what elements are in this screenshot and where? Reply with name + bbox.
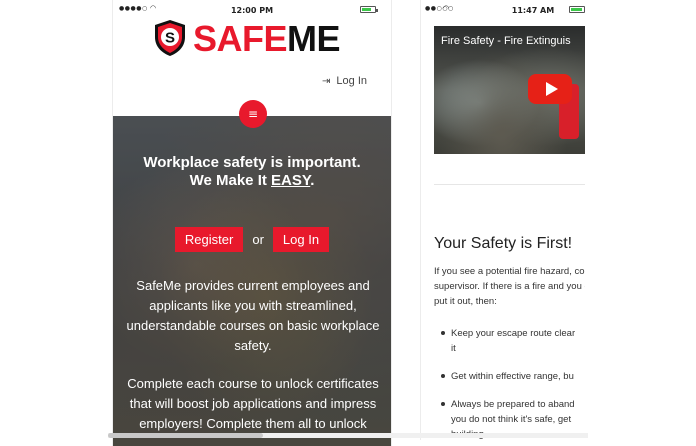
logo-safe: SAFE (193, 18, 288, 59)
bullet-line: it (451, 343, 456, 354)
logo-me: ME (287, 18, 341, 59)
heading-period: . (310, 172, 315, 189)
intro-line: supervisor. If there is a fire and you c (434, 281, 585, 292)
status-time: 11:47 AM (511, 6, 555, 15)
heading-prefix: We Make It (189, 172, 272, 189)
or-text: or (252, 232, 264, 247)
status-bar: ●●○○○ ◠ 11:47 AM (421, 0, 585, 18)
battery-icon (360, 6, 378, 13)
bullet-line: Always be prepared to aband (451, 399, 575, 410)
section-intro: If you see a potential fire hazard, con … (434, 264, 585, 309)
left-phone-screen: ●●●●○ ◠ 12:00 PM S SAFEME ⇥ Log In ≡ Wor… (112, 0, 392, 446)
menu-button[interactable]: ≡ (239, 100, 267, 128)
hamburger-icon: ≡ (247, 107, 259, 121)
para2-line: employers! Complete them all to unlock (139, 416, 367, 431)
login-icon: ⇥ (322, 75, 331, 87)
play-button[interactable] (528, 74, 572, 104)
video-title[interactable]: Fire Safety - Fire Extinguis (441, 35, 571, 47)
svg-text:S: S (165, 30, 175, 47)
safety-bullet-list: Keep your escape route clear it Get with… (441, 326, 585, 440)
video-player[interactable]: Fire Safety - Fire Extinguis (434, 26, 585, 154)
hero-paragraph-1: SafeMe provides current employees and ap… (125, 276, 381, 356)
hero-heading-line2: We Make It EASY. (113, 172, 391, 190)
hero-paragraph-2: Complete each course to unlock certifica… (125, 374, 381, 434)
login-link-label: Log In (336, 75, 367, 87)
play-icon (545, 82, 558, 96)
shield-logo-icon: S (155, 20, 185, 56)
hero-heading-line1: Workplace safety is important. (143, 154, 361, 171)
para1-line: SafeMe provides current employees and (136, 278, 370, 293)
status-time: 12:00 PM (230, 6, 274, 15)
logo[interactable]: S SAFEME (113, 16, 391, 62)
list-item: Get within effective range, bu (441, 369, 585, 384)
para1-line: understandable courses on basic workplac… (126, 318, 380, 333)
divider (434, 184, 585, 185)
register-button[interactable]: Register (174, 227, 244, 252)
battery-icon (569, 6, 585, 13)
para2-line: that will boost job applications and imp… (129, 396, 377, 411)
heading-easy: EASY (271, 172, 311, 189)
section-title: Your Safety is First! (434, 235, 573, 252)
bullet-line: Get within effective range, bu (451, 371, 574, 382)
para1-line: applicants like you with streamlined, (149, 298, 357, 313)
bullet-line: you do not think it's safe, get (451, 414, 572, 425)
bullet-line: Keep your escape route clear (451, 328, 576, 339)
hero-body: SafeMe provides current employees and ap… (125, 276, 381, 446)
right-phone-screen: ●●○○○ ◠ 11:47 AM Fire Safety - Fire Exti… (420, 0, 585, 440)
intro-line: If you see a potential fire hazard, con (434, 266, 585, 277)
list-item: Keep your escape route clear it (441, 326, 585, 356)
cta-row: Register or Log In (113, 227, 391, 252)
logo-wordmark: SAFEME (193, 18, 341, 59)
login-link[interactable]: ⇥ Log In (322, 75, 367, 87)
login-button[interactable]: Log In (272, 227, 330, 252)
para1-line: safety. (234, 338, 272, 353)
para2-line: Complete each course to unlock certifica… (127, 376, 379, 391)
intro-line: put it out, then: (434, 296, 497, 307)
hero-heading: Workplace safety is important. We Make I… (113, 154, 391, 190)
